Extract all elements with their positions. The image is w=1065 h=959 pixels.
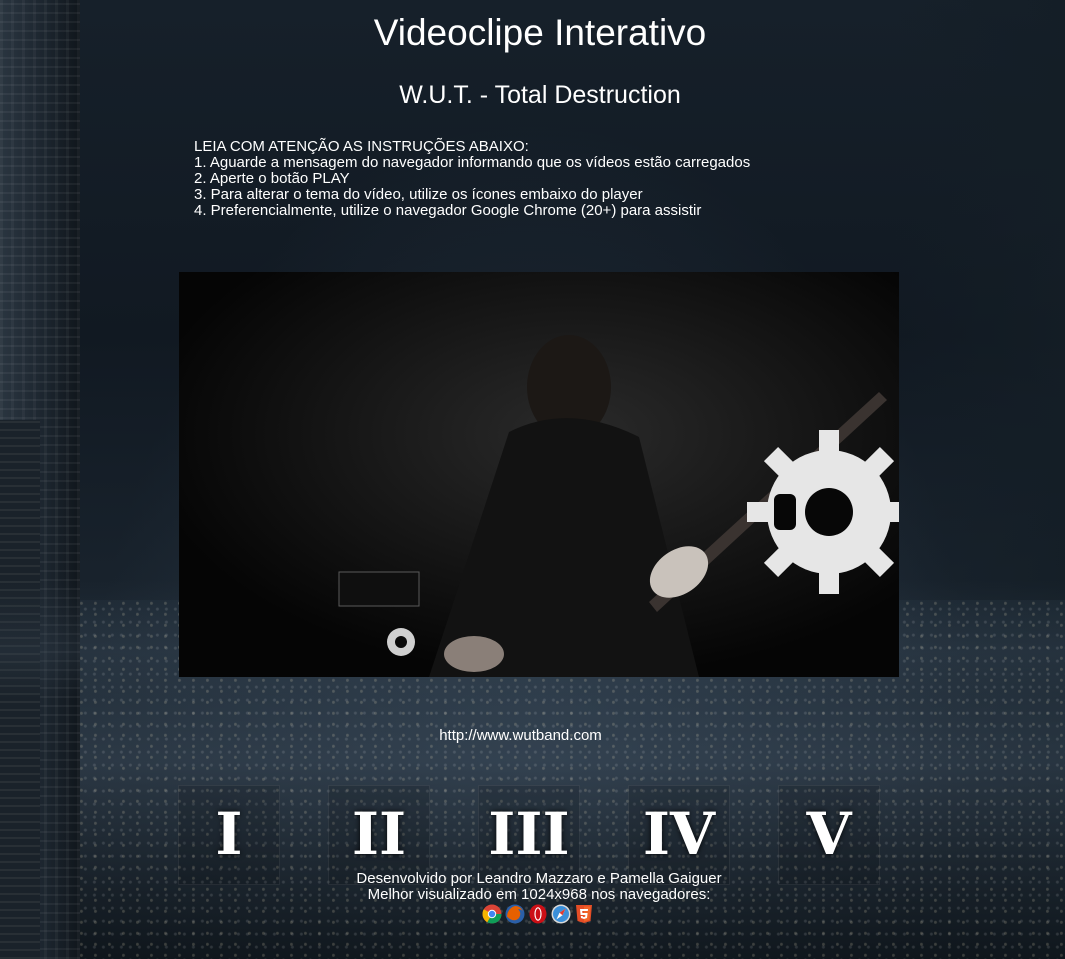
footer: Desenvolvido por Leandro Mazzaro e Pamel… <box>0 871 1065 903</box>
chrome-icon <box>482 904 502 924</box>
firefox-icon <box>505 904 525 924</box>
video-player[interactable] <box>179 272 899 677</box>
theme-label: III <box>488 800 570 868</box>
browser-icons <box>482 904 594 924</box>
theme-label: I <box>215 800 243 868</box>
footer-best-viewed: Melhor visualizado em 1024x968 nos naveg… <box>367 886 711 903</box>
footer-credits: Desenvolvido por Leandro Mazzaro e Pamel… <box>356 870 722 887</box>
video-frame <box>179 272 899 677</box>
theme-button-5[interactable]: V <box>778 785 880 885</box>
musician-hand-left <box>444 636 504 672</box>
instructions-text: LEIA COM ATENÇÃO AS INSTRUÇÕES ABAIXO: 1… <box>194 138 751 219</box>
theme-label: IV <box>642 800 716 868</box>
page-background: Videoclipe Interativo W.U.T. - Total Des… <box>0 0 1065 959</box>
theme-label: V <box>806 800 852 868</box>
page-title: Videoclipe Interativo <box>373 12 707 53</box>
safari-icon <box>551 904 571 924</box>
band-website-link[interactable]: http://www.wutband.com <box>0 727 1041 744</box>
shirt-logo <box>338 571 420 607</box>
html5-icon <box>576 905 592 923</box>
shirt-gear-icon <box>387 628 415 656</box>
page-subtitle: W.U.T. - Total Destruction <box>399 81 681 109</box>
theme-button-1[interactable]: I <box>178 785 280 885</box>
theme-label: II <box>351 800 407 868</box>
opera-icon <box>529 904 547 924</box>
